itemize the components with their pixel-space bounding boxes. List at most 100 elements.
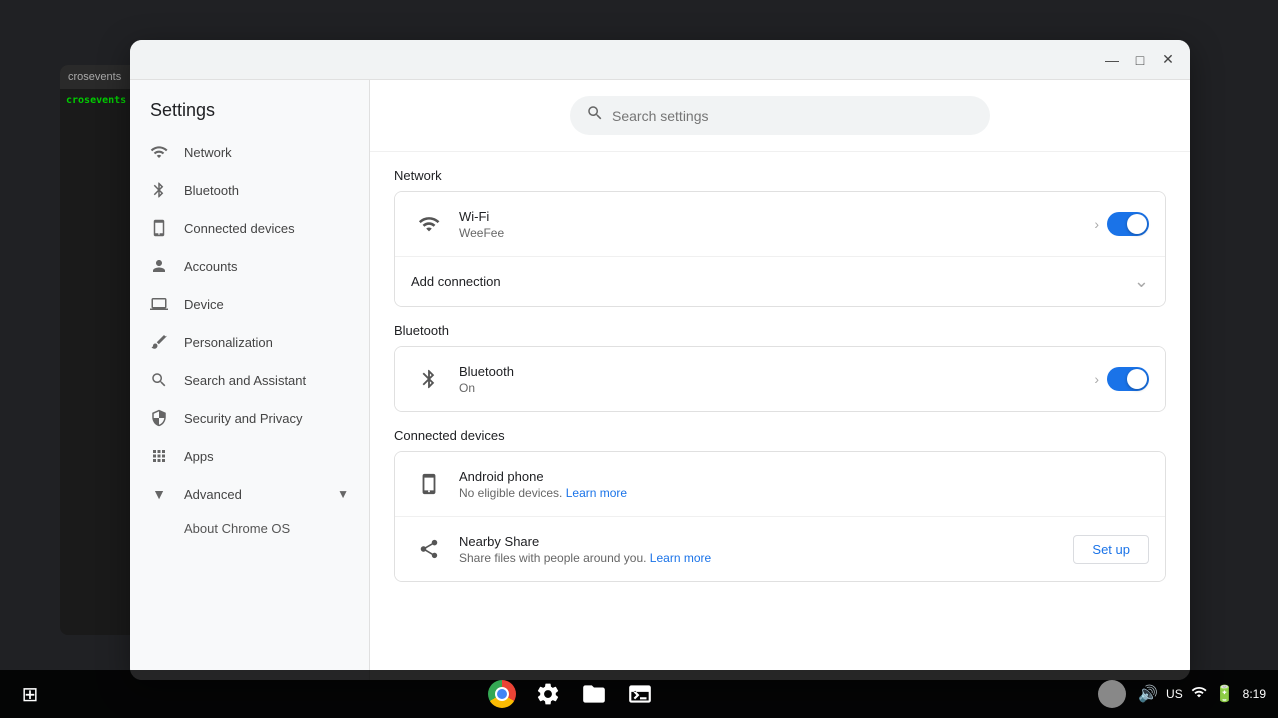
android-phone-subtitle-text: No eligible devices. bbox=[459, 486, 562, 500]
region-label: US bbox=[1166, 687, 1183, 701]
sidebar-label-personalization: Personalization bbox=[184, 335, 273, 350]
taskbar-files[interactable] bbox=[575, 675, 613, 713]
sidebar-label-connected-devices: Connected devices bbox=[184, 221, 295, 236]
nearby-share-text: Nearby Share Share files with people aro… bbox=[447, 534, 1073, 565]
settings-body: Settings Network Bluetooth Connected dev… bbox=[130, 80, 1190, 680]
sidebar-item-apps[interactable]: Apps bbox=[130, 437, 361, 475]
sidebar: Settings Network Bluetooth Connected dev… bbox=[130, 80, 370, 680]
window-titlebar: — □ ✕ bbox=[130, 40, 1190, 80]
time-display: 8:19 bbox=[1243, 687, 1266, 701]
shield-icon bbox=[150, 409, 168, 427]
sidebar-advanced-label: Advanced bbox=[184, 487, 242, 502]
bluetooth-item-title: Bluetooth bbox=[459, 364, 1082, 379]
sidebar-label-device: Device bbox=[184, 297, 224, 312]
connected-devices-section-title: Connected devices bbox=[394, 428, 1166, 443]
sidebar-label-search-assistant: Search and Assistant bbox=[184, 373, 306, 388]
search-icon bbox=[586, 104, 604, 127]
bluetooth-row[interactable]: Bluetooth On › bbox=[395, 347, 1165, 411]
maximize-button[interactable]: □ bbox=[1130, 50, 1150, 70]
wifi-chevron-icon: › bbox=[1094, 216, 1099, 232]
search-bar bbox=[570, 96, 990, 135]
terminal-title: crosevents bbox=[68, 71, 121, 83]
wifi-toggle-knob bbox=[1127, 214, 1147, 234]
close-button[interactable]: ✕ bbox=[1158, 50, 1178, 70]
sidebar-item-security-privacy[interactable]: Security and Privacy bbox=[130, 399, 361, 437]
nearby-share-icon bbox=[411, 531, 447, 567]
sidebar-label-accounts: Accounts bbox=[184, 259, 237, 274]
android-phone-text: Android phone No eligible devices. Learn… bbox=[447, 469, 1149, 500]
wifi-row-action: › bbox=[1094, 212, 1149, 236]
avatar bbox=[1098, 680, 1126, 708]
android-phone-icon bbox=[411, 466, 447, 502]
add-connection-chevron-icon: ⌄ bbox=[1134, 271, 1149, 292]
grid-icon bbox=[150, 447, 168, 465]
sidebar-label-apps: Apps bbox=[184, 449, 214, 464]
bluetooth-chevron-icon: › bbox=[1094, 371, 1099, 387]
person-icon bbox=[150, 257, 168, 275]
sidebar-item-connected-devices[interactable]: Connected devices bbox=[130, 209, 361, 247]
minimize-button[interactable]: — bbox=[1102, 50, 1122, 70]
android-phone-learn-more[interactable]: Learn more bbox=[566, 486, 627, 500]
wifi-row[interactable]: Wi-Fi WeeFee › bbox=[395, 192, 1165, 257]
android-phone-row[interactable]: Android phone No eligible devices. Learn… bbox=[395, 452, 1165, 517]
sidebar-label-security-privacy: Security and Privacy bbox=[184, 411, 303, 426]
bluetooth-icon bbox=[150, 181, 168, 199]
taskbar-settings[interactable] bbox=[529, 675, 567, 713]
sidebar-item-search-assistant[interactable]: Search and Assistant bbox=[130, 361, 361, 399]
wifi-status-icon bbox=[1191, 684, 1207, 705]
user-avatar[interactable] bbox=[1094, 676, 1130, 712]
main-content: Network Wi-Fi WeeFee › bbox=[370, 80, 1190, 680]
wifi-row-icon bbox=[411, 206, 447, 242]
taskbar-left: ⊞ bbox=[12, 676, 48, 712]
launcher-button[interactable]: ⊞ bbox=[12, 676, 48, 712]
android-phone-title: Android phone bbox=[459, 469, 1137, 484]
settings-taskbar-icon bbox=[535, 681, 561, 707]
bluetooth-card: Bluetooth On › bbox=[394, 346, 1166, 412]
nearby-share-action: Set up bbox=[1073, 535, 1149, 564]
taskbar-terminal[interactable] bbox=[621, 675, 659, 713]
bluetooth-row-text: Bluetooth On bbox=[447, 364, 1094, 395]
phone-icon bbox=[150, 219, 168, 237]
bluetooth-toggle[interactable] bbox=[1107, 367, 1149, 391]
nearby-share-subtitle-text: Share files with people around you. bbox=[459, 551, 646, 565]
taskbar-chrome[interactable] bbox=[483, 675, 521, 713]
sidebar-item-personalization[interactable]: Personalization bbox=[130, 323, 361, 361]
sidebar-item-bluetooth[interactable]: Bluetooth bbox=[130, 171, 361, 209]
setup-button[interactable]: Set up bbox=[1073, 535, 1149, 564]
network-section-title: Network bbox=[394, 168, 1166, 183]
speaker-icon: 🔊 bbox=[1138, 684, 1158, 704]
wifi-row-text: Wi-Fi WeeFee bbox=[447, 209, 1094, 240]
sidebar-advanced[interactable]: ▼ Advanced ▼ bbox=[130, 475, 369, 513]
sidebar-about[interactable]: About Chrome OS bbox=[130, 513, 369, 544]
sidebar-label-bluetooth: Bluetooth bbox=[184, 183, 239, 198]
taskbar-right: 🔊 US 🔋 8:19 bbox=[1094, 676, 1266, 712]
laptop-icon bbox=[150, 295, 168, 313]
files-taskbar-icon bbox=[581, 681, 607, 707]
bluetooth-item-subtitle: On bbox=[459, 381, 1082, 395]
sidebar-item-accounts[interactable]: Accounts bbox=[130, 247, 361, 285]
brush-icon bbox=[150, 333, 168, 351]
sidebar-title: Settings bbox=[130, 80, 369, 133]
wifi-icon bbox=[150, 143, 168, 161]
android-phone-subtitle: No eligible devices. Learn more bbox=[459, 486, 1137, 500]
sidebar-label-network: Network bbox=[184, 145, 232, 160]
advanced-chevron-icon: ▼ bbox=[337, 487, 349, 501]
settings-window: — □ ✕ Settings Network Bluetooth bbox=[130, 40, 1190, 680]
search-input[interactable] bbox=[612, 108, 974, 124]
wifi-toggle[interactable] bbox=[1107, 212, 1149, 236]
bluetooth-section-title: Bluetooth bbox=[394, 323, 1166, 338]
nearby-share-row[interactable]: Nearby Share Share files with people aro… bbox=[395, 517, 1165, 581]
nearby-share-learn-more[interactable]: Learn more bbox=[650, 551, 711, 565]
network-card: Wi-Fi WeeFee › Add connection bbox=[394, 191, 1166, 307]
add-connection-row[interactable]: Add connection ⌄ bbox=[395, 257, 1165, 306]
sidebar-item-device[interactable]: Device bbox=[130, 285, 361, 323]
bluetooth-row-action: › bbox=[1094, 367, 1149, 391]
chrome-icon bbox=[488, 680, 516, 708]
sidebar-about-label: About Chrome OS bbox=[184, 521, 290, 536]
sidebar-item-network[interactable]: Network bbox=[130, 133, 361, 171]
connected-devices-card: Android phone No eligible devices. Learn… bbox=[394, 451, 1166, 582]
bluetooth-row-icon bbox=[411, 361, 447, 397]
nearby-share-subtitle: Share files with people around you. Lear… bbox=[459, 551, 1061, 565]
taskbar: ⊞ 🔊 US 🔋 8:19 bbox=[0, 670, 1278, 718]
window-controls: — □ ✕ bbox=[1102, 50, 1178, 70]
